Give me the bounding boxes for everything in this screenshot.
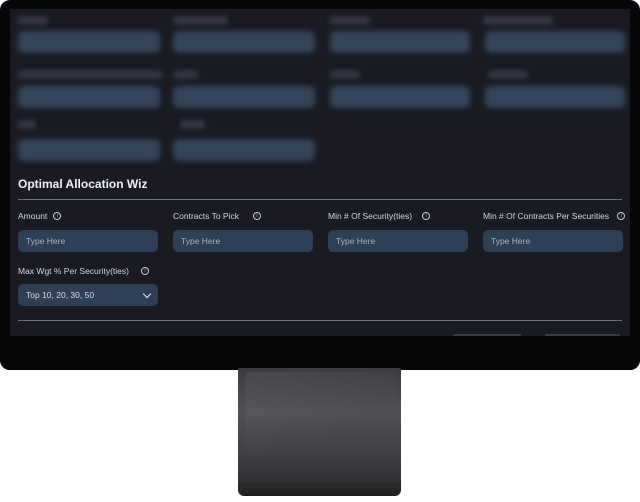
blurred-field	[330, 31, 470, 53]
chevron-down-icon	[142, 289, 152, 298]
info-icon[interactable]: i	[617, 212, 626, 220]
contracts-to-pick-label: Contracts To Pick i	[173, 211, 261, 221]
monitor-bezel	[0, 336, 640, 370]
divider	[18, 199, 622, 200]
min-contracts-per-security-label: Min # Of Contracts Per Securities i	[483, 211, 626, 221]
blurred-field	[18, 86, 160, 108]
blurred-label	[488, 71, 528, 78]
contracts-to-pick-label-text: Contracts To Pick	[173, 211, 239, 221]
blurred-label	[180, 121, 205, 128]
app-screen: Optimal Allocation Wiz Amount i Contract…	[10, 9, 630, 336]
min-securities-input[interactable]	[328, 230, 468, 252]
blurred-label	[18, 71, 163, 78]
info-icon[interactable]: i	[422, 212, 431, 220]
min-contracts-per-security-label-text: Min # Of Contracts Per Securities	[483, 211, 610, 221]
max-weight-label-text: Max Wgt % Per Security(ties)	[18, 266, 129, 276]
contracts-to-pick-input[interactable]	[173, 230, 313, 252]
amount-label-text: Amount	[18, 211, 48, 221]
max-weight-select-value: Top 10, 20, 30, 50	[26, 290, 95, 300]
blurred-field	[18, 139, 160, 161]
min-securities-label: Min # Of Security(ties) i	[328, 211, 431, 221]
stand-highlight	[245, 372, 395, 472]
blurred-field	[330, 86, 470, 108]
monitor-stand-foot	[238, 482, 401, 496]
min-contracts-per-security-input[interactable]	[483, 230, 623, 252]
min-securities-label-text: Min # Of Security(ties)	[328, 211, 413, 221]
blurred-label	[483, 17, 553, 24]
blurred-field	[18, 31, 160, 53]
amount-label: Amount i	[18, 211, 62, 221]
blurred-label	[173, 17, 228, 24]
monitor: Optimal Allocation Wiz Amount i Contract…	[0, 0, 640, 370]
blurred-label	[330, 71, 360, 78]
blurred-field	[173, 86, 315, 108]
blurred-form-area	[10, 9, 630, 177]
info-icon[interactable]: i	[53, 212, 62, 220]
divider	[18, 320, 622, 321]
blurred-label	[330, 17, 370, 24]
blurred-field	[485, 86, 625, 108]
blurred-label	[173, 71, 198, 78]
blurred-field	[173, 139, 315, 161]
max-weight-label: Max Wgt % Per Security(ties) i	[18, 266, 149, 276]
info-icon[interactable]: i	[252, 212, 261, 220]
blurred-field	[173, 31, 315, 53]
blurred-label	[18, 17, 48, 24]
blurred-label	[18, 121, 36, 128]
max-weight-select[interactable]: Top 10, 20, 30, 50	[18, 284, 158, 306]
amount-input[interactable]	[18, 230, 158, 252]
blurred-field	[485, 31, 625, 53]
section-title: Optimal Allocation Wiz	[18, 177, 148, 191]
info-icon[interactable]: i	[141, 267, 149, 275]
